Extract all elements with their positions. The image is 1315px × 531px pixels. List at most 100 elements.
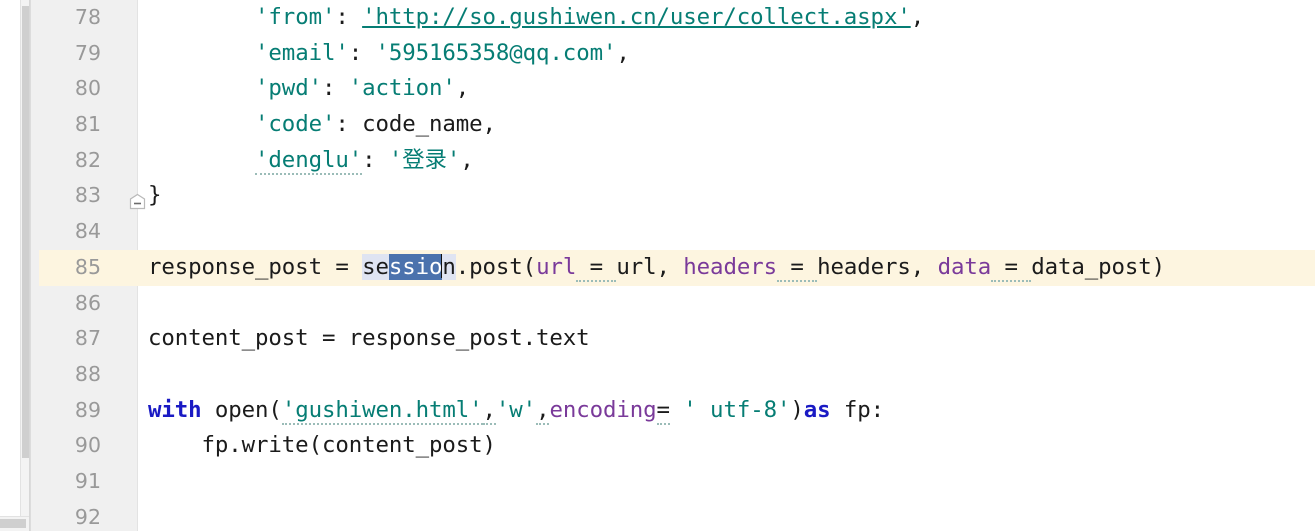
code-token: , — [482, 396, 496, 425]
line-number: 80 — [74, 76, 101, 101]
gutter-cell[interactable]: 83 — [39, 178, 146, 214]
code-token: code_name — [362, 111, 483, 138]
line-number: 79 — [74, 40, 101, 65]
code-token: ' utf-8' — [683, 396, 791, 423]
sidebar-horizontal-scroll-thumb[interactable] — [0, 519, 26, 528]
code-token: response_post = — [148, 253, 363, 280]
code-token: : — [335, 4, 363, 30]
line-number: 91 — [74, 468, 101, 493]
code-token: as — [803, 396, 844, 423]
code-line-text[interactable]: 'from': 'http://so.gushiwen.cn/user/coll… — [138, 0, 1315, 36]
gutter-cell[interactable]: 85 — [39, 249, 138, 286]
code-line-text[interactable]: 'pwd': 'action', — [138, 71, 1315, 107]
code-line[interactable]: 91 — [39, 464, 1315, 500]
line-number: 83 — [74, 183, 101, 208]
code-token: 'from' — [255, 4, 336, 30]
code-line[interactable]: 87 content_post = response_post.text — [39, 321, 1315, 357]
line-number: 90 — [74, 433, 101, 458]
code-token: : — [321, 75, 349, 102]
code-token: = — [576, 253, 617, 282]
code-line[interactable]: 86 — [39, 286, 1315, 322]
line-number: 86 — [74, 290, 101, 315]
code-token: fp: — [843, 396, 885, 423]
code-line-text[interactable] — [138, 464, 1315, 500]
code-line[interactable]: 92 — [39, 500, 1315, 531]
gutter-cell[interactable]: 89 — [39, 393, 138, 429]
code-line-text[interactable] — [138, 500, 1315, 531]
line-number: 88 — [74, 361, 101, 386]
code-token: , — [482, 111, 496, 138]
project-sidebar[interactable]: npathnpathnpathnpath4的基本4的基本4爬取某n_为什n_基本… — [0, 0, 30, 531]
gutter-cell[interactable]: 87 — [39, 321, 138, 357]
gutter-cell[interactable]: 86 — [39, 286, 138, 322]
code-line[interactable]: 79 'email': '595165358@qq.com', — [39, 36, 1315, 72]
code-token: 'http://so.gushiwen.cn/user/collect.aspx… — [362, 4, 911, 30]
sidebar-vertical-scroll-thumb[interactable] — [22, 6, 29, 458]
gutter-cell[interactable]: 90 — [39, 428, 138, 464]
code-line-text[interactable]: with open('gushiwen.html','w',encoding= … — [138, 393, 1315, 429]
line-number: 81 — [74, 112, 101, 137]
gutter-cell[interactable]: 82 — [39, 143, 138, 179]
code-token: : — [362, 146, 389, 173]
code-line-text[interactable]: response_post = session.post(url = url, … — [138, 249, 1315, 286]
editor-window: npathnpathnpathnpath4的基本4的基本4爬取某n_为什n_基本… — [0, 0, 1315, 531]
code-line-text[interactable]: 'code': code_name, — [138, 107, 1315, 143]
code-token: headers, — [817, 253, 938, 280]
code-token: : — [335, 111, 363, 138]
code-line[interactable]: 85 response_post = session.post(url = url… — [39, 249, 1315, 286]
code-line-text[interactable]: fp.write(content_post) — [138, 428, 1315, 464]
sidebar-editor-splitter[interactable] — [30, 0, 39, 531]
code-token: content_post = response_post.text — [148, 325, 590, 352]
code-token: 'gushiwen.html' — [281, 396, 483, 425]
code-lines[interactable]: 78 'from': 'http://so.gushiwen.cn/user/c… — [39, 0, 1315, 531]
code-line[interactable]: 89 with open('gushiwen.html','w',encoding… — [39, 393, 1315, 429]
code-line[interactable]: 78 'from': 'http://so.gushiwen.cn/user/c… — [39, 0, 1315, 36]
sidebar-edge-divider — [29, 0, 30, 531]
code-line[interactable]: 84 — [39, 214, 1315, 250]
code-token: , — [536, 396, 550, 425]
gutter-cell[interactable]: 91 — [39, 464, 138, 500]
gutter-cell[interactable]: 88 — [39, 357, 138, 393]
gutter-cell[interactable]: 79 — [39, 36, 138, 72]
code-token: '登录' — [388, 146, 461, 173]
code-line[interactable]: 82 'denglu': '登录', — [39, 143, 1315, 179]
code-token: 'code' — [255, 111, 336, 138]
line-number: 89 — [74, 397, 101, 422]
code-token: url, — [616, 253, 684, 280]
code-token: ssio — [388, 253, 443, 280]
code-token: data_post) — [1031, 253, 1166, 280]
gutter-cell[interactable]: 80 — [39, 71, 138, 107]
code-token: open( — [214, 396, 282, 423]
code-line-text[interactable] — [138, 214, 1315, 250]
line-number: 85 — [39, 249, 101, 286]
code-line[interactable]: 83} — [39, 178, 1315, 214]
code-token: url — [536, 253, 577, 280]
code-editor[interactable]: 78 'from': 'http://so.gushiwen.cn/user/c… — [39, 0, 1315, 531]
code-token: 'action' — [348, 75, 456, 102]
code-line-text[interactable]: 'denglu': '登录', — [138, 143, 1315, 179]
code-token: 'denglu' — [255, 146, 363, 175]
gutter-cell[interactable]: 78 — [39, 0, 138, 36]
code-token: ) — [790, 396, 804, 423]
code-line[interactable]: 81 'code': code_name, — [39, 107, 1315, 143]
code-line-text[interactable]: 'email': '595165358@qq.com', — [138, 36, 1315, 72]
code-line[interactable]: 90 fp.write(content_post) — [39, 428, 1315, 464]
code-line-text[interactable]: } — [138, 178, 1315, 214]
code-token: data — [937, 253, 992, 280]
line-number: 92 — [74, 504, 101, 529]
code-token: 'pwd' — [255, 75, 322, 102]
line-number: 87 — [74, 326, 101, 351]
gutter-cell[interactable]: 81 — [39, 107, 138, 143]
code-line-text[interactable] — [138, 286, 1315, 322]
code-line[interactable]: 88 — [39, 357, 1315, 393]
gutter-cell[interactable]: 84 — [39, 214, 138, 250]
gutter-cell[interactable]: 92 — [39, 500, 138, 531]
code-token: , — [910, 4, 925, 30]
code-line[interactable]: 80 'pwd': 'action', — [39, 71, 1315, 107]
sidebar-horizontal-scrollbar[interactable] — [0, 516, 30, 531]
code-line-text[interactable] — [138, 357, 1315, 393]
code-line-text[interactable]: content_post = response_post.text — [138, 321, 1315, 357]
code-token: = — [776, 253, 818, 282]
